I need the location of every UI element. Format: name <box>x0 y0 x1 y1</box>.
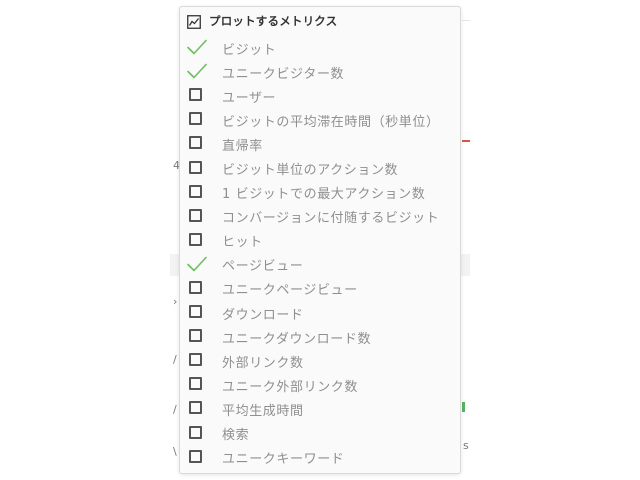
metric-option-label: ダウンロード <box>222 307 304 323</box>
metric-option[interactable]: ユニークビジター数 <box>180 60 460 84</box>
checkbox-unchecked[interactable] <box>186 400 208 418</box>
checkbox-box <box>189 160 202 174</box>
metric-option-label: 検索 <box>222 428 250 444</box>
background-divider <box>462 20 470 21</box>
metric-option-label: ユニーク外部リンク数 <box>222 379 359 395</box>
metric-option[interactable]: ユニークダウンロード数 <box>180 325 460 349</box>
metric-option-label: 1 ビジットでの最大アクション数 <box>222 187 426 203</box>
metric-option-label: ヒット <box>222 235 263 251</box>
metrics-to-plot-dropdown: プロットするメトリクス ビジットユニークビジター数 ユーザービジットの平均滞在時間… <box>179 6 461 474</box>
checkbox-unchecked[interactable] <box>186 208 208 226</box>
dropdown-title: プロットするメトリクス <box>209 14 338 28</box>
checkbox-box <box>189 88 202 102</box>
metric-list: ビジットユニークビジター数 ユーザービジットの平均滞在時間（秒単位） 直帰率ビジット… <box>180 36 460 470</box>
metric-option[interactable]: ダウンロード <box>180 301 460 325</box>
line-chart-icon <box>187 14 201 29</box>
checkbox-box <box>189 353 202 367</box>
metric-option[interactable]: ヒット <box>180 229 460 253</box>
checkbox-unchecked[interactable] <box>186 328 208 346</box>
metric-option-label: ビジット <box>222 42 277 58</box>
metric-option-label: コンバージョンに付随するビジット <box>222 211 440 227</box>
background-text: \ <box>173 445 177 458</box>
checkbox-box <box>189 329 202 343</box>
metric-option-label: ユーザー <box>222 90 277 106</box>
metric-option[interactable]: 外部リンク数 <box>180 349 460 373</box>
checkbox-unchecked[interactable] <box>186 280 208 298</box>
metric-option-label: ビジット単位のアクション数 <box>222 163 399 179</box>
metric-option[interactable]: ページビュー <box>180 253 460 277</box>
metric-option[interactable]: コンバージョンに付随するビジット <box>180 205 460 229</box>
metric-option[interactable]: ユーザー <box>180 84 460 108</box>
metric-option[interactable]: ビジット <box>180 36 460 60</box>
background-text: › <box>173 295 178 308</box>
checkbox-box <box>189 401 202 415</box>
background-sparkline <box>462 402 465 412</box>
checkbox-unchecked[interactable] <box>186 87 208 105</box>
checkbox-unchecked[interactable] <box>186 111 208 129</box>
background-text: s <box>463 439 469 452</box>
checkbox-unchecked[interactable] <box>186 376 208 394</box>
checkmark-icon[interactable] <box>186 256 208 274</box>
checkbox-unchecked[interactable] <box>186 449 208 467</box>
checkbox-box <box>189 280 202 294</box>
metric-option[interactable]: 検索 <box>180 422 460 446</box>
metric-option[interactable]: ビジット単位のアクション数 <box>180 156 460 180</box>
checkbox-unchecked[interactable] <box>186 304 208 322</box>
checkmark-icon[interactable] <box>186 63 208 81</box>
metric-option-label: ユニークページビュー <box>222 283 358 299</box>
checkbox-box <box>189 208 202 222</box>
checkbox-box <box>189 112 202 126</box>
metric-option[interactable]: 平均生成時間 <box>180 397 460 421</box>
checkbox-box <box>189 184 202 198</box>
metric-option[interactable]: 直帰率 <box>180 132 460 156</box>
checkmark-icon[interactable] <box>186 39 208 57</box>
metric-option-label: ユニークキーワード <box>222 452 345 468</box>
background-text: / <box>173 353 177 366</box>
metric-option-label: 外部リンク数 <box>222 355 304 371</box>
metric-option-label: ページビュー <box>222 259 304 275</box>
background-chart-line <box>462 140 470 142</box>
dashboard-background: 4 › / / \ s プロットするメトリクス ビジット ユニークビジター数 ユーザ… <box>0 0 640 480</box>
checkbox-box <box>189 232 202 246</box>
metric-option-label: 平均生成時間 <box>222 403 304 419</box>
checkbox-box <box>189 449 202 463</box>
checkbox-box <box>189 305 202 319</box>
checkbox-unchecked[interactable] <box>186 232 208 250</box>
checkbox-box <box>189 377 202 391</box>
background-text: / <box>173 403 177 416</box>
metric-option-label: ビジットの平均滞在時間（秒単位） <box>222 114 440 130</box>
checkbox-unchecked[interactable] <box>186 135 208 153</box>
metric-option[interactable]: ユニークページビュー <box>180 277 460 301</box>
metric-option-label: ユニークダウンロード数 <box>222 331 372 347</box>
metric-option[interactable]: 1 ビジットでの最大アクション数 <box>180 181 460 205</box>
metric-option-label: 直帰率 <box>222 138 263 154</box>
checkbox-unchecked[interactable] <box>186 425 208 443</box>
checkbox-unchecked[interactable] <box>186 184 208 202</box>
checkbox-unchecked[interactable] <box>186 352 208 370</box>
metric-option-label: ユニークビジター数 <box>222 66 345 82</box>
metric-option[interactable]: ビジットの平均滞在時間（秒単位） <box>180 108 460 132</box>
metric-option[interactable]: ユニーク外部リンク数 <box>180 373 460 397</box>
metric-option[interactable]: ユニークキーワード <box>180 446 460 470</box>
checkbox-unchecked[interactable] <box>186 160 208 178</box>
checkbox-box <box>189 136 202 150</box>
checkbox-box <box>189 425 202 439</box>
dropdown-header: プロットするメトリクス <box>187 12 337 30</box>
